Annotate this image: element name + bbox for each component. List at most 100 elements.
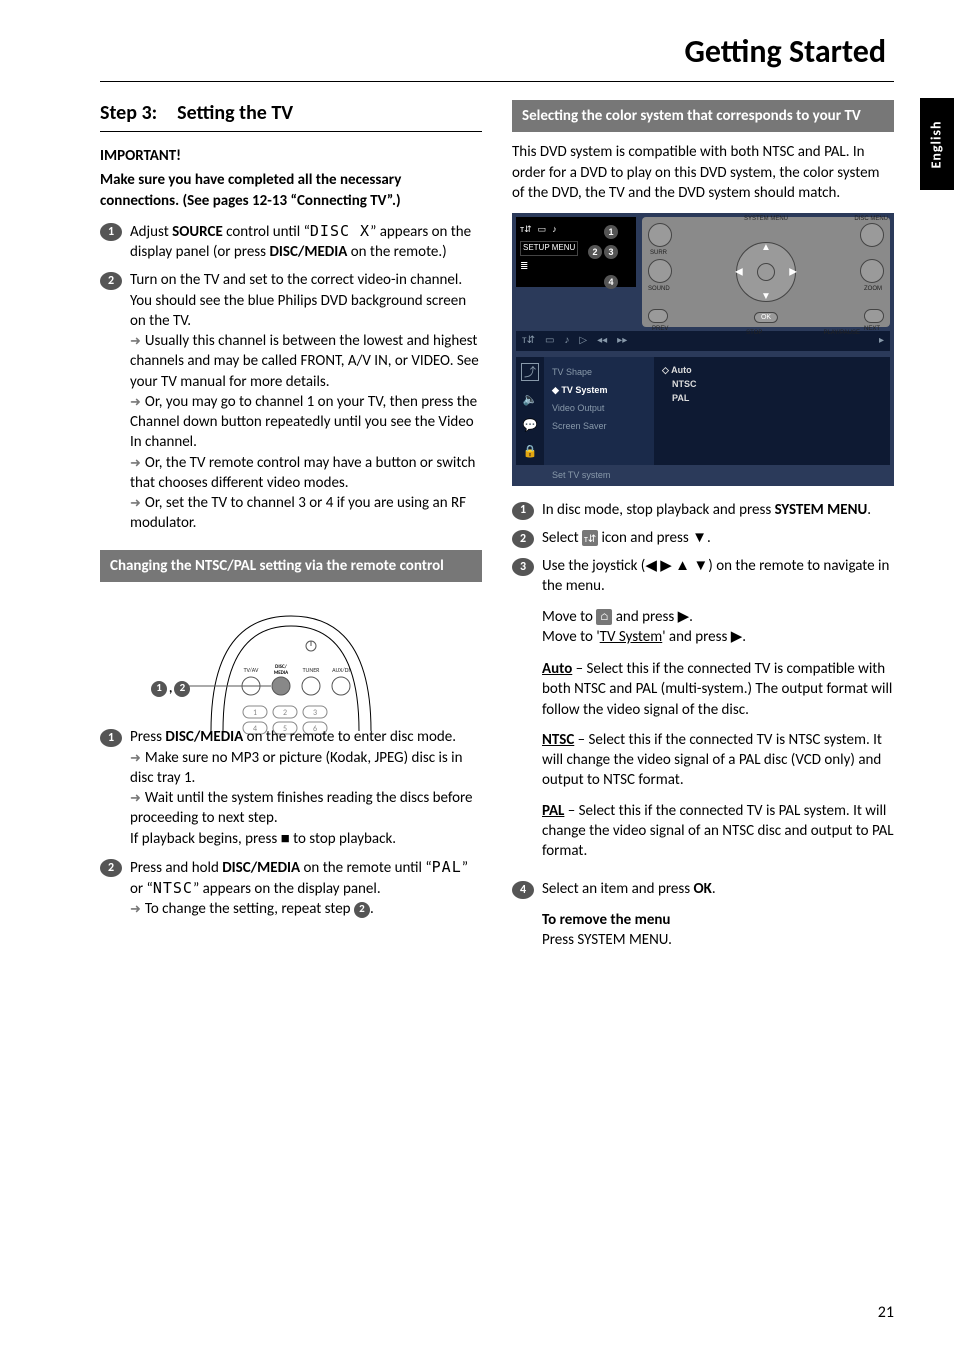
next-label: NEXT (864, 325, 880, 333)
sound-label: SOUND (648, 285, 670, 293)
text: . (712, 880, 716, 898)
list-item: 2 Turn on the TV and set to the correct … (100, 270, 482, 533)
step-badge-1: 1 (100, 729, 122, 747)
osd-menu: ⤴ 🔈 💬 🔒 TV Shape ◆ TV System Video Outpu… (516, 357, 890, 466)
step-badge-2: 2 (100, 859, 122, 877)
dpad-icon: ▲ ▼ ◀ ▶ (736, 242, 796, 302)
surr-label: SURR (650, 249, 667, 257)
callout-badge-2: 2 (354, 902, 370, 918)
pal-label: PAL (432, 858, 462, 876)
ok-button: OK (754, 312, 778, 323)
text: Move to ' (542, 628, 600, 646)
list-icon: ≣ (520, 260, 632, 274)
important-text: Make sure you have completed all the nec… (100, 170, 482, 211)
chevron-right-icon: ▸ (879, 334, 884, 348)
list-item: 2 Press and hold DISC/MEDIA on the remot… (100, 857, 482, 920)
prev-button (648, 309, 668, 323)
tuner-label: TUNER (303, 666, 321, 674)
person-icon: ⤴ (521, 363, 539, 381)
lock-icon: 🔒 (523, 443, 538, 459)
text: control until “ (223, 223, 310, 241)
text: Press (130, 728, 165, 746)
section-bar-color-system: Selecting the color system that correspo… (512, 100, 894, 132)
zoom-button (860, 259, 884, 283)
stop-icon: ■ (281, 830, 290, 848)
text: – Select this if the connected TV is com… (542, 660, 892, 719)
language-tab-label: English (928, 120, 947, 168)
step-badge-2: 2 (512, 530, 534, 548)
tvav-label: TV/AV (244, 666, 259, 674)
tv-system-label: TV System (600, 628, 663, 646)
ok-label: OK (693, 880, 711, 898)
text: Use the joystick (◀ ▶ ▲ ▼) on the remote… (542, 556, 894, 597)
osd-controller: 2 3 , 1 4 ▲ ▼ ◀ ▶ (642, 217, 890, 327)
option-auto: Auto (671, 365, 692, 375)
language-tab: English (920, 98, 954, 190)
aux-label: AUX/DI (332, 666, 350, 674)
sub-text: Or, the TV remote control may have a but… (130, 453, 482, 494)
text: Press and hold (130, 859, 222, 877)
sub-text: Or, set the TV to channel 3 or 4 if you … (130, 493, 482, 534)
sound-icon: ♪ (564, 334, 569, 348)
forward-icon: ▸▸ (617, 334, 627, 348)
zoom-label: ZOOM (864, 285, 882, 293)
stop-label: STOP (746, 329, 762, 337)
remote-svg: TV/AV DISC/ MEDIA TUNER AUX/DI 1 2 3 4 5 (181, 596, 401, 736)
option-pal: PAL (662, 391, 882, 405)
text: . (370, 900, 374, 918)
osd-menu-list: TV Shape ◆ TV System Video Output Screen… (544, 357, 654, 466)
menu-item-selected: ◆ TV System (544, 381, 654, 399)
ntsc-heading: NTSC (542, 731, 574, 749)
page-title: Getting Started (100, 30, 894, 73)
person-icon: ᴛ⇵ (522, 334, 535, 348)
text: ' and press ▶. (662, 628, 746, 646)
text: to stop playback. (293, 830, 396, 848)
step-heading: Step 3: Setting the TV (100, 100, 482, 132)
menu-item: Screen Saver (544, 417, 654, 435)
person-icon: ᴛ⇵ (520, 223, 532, 235)
pal-heading: PAL (542, 802, 564, 820)
setup-menu-label: SETUP MENU (520, 241, 578, 256)
step-badge-1: 1 (100, 223, 122, 241)
remove-menu-heading: To remove the menu (542, 910, 894, 930)
sound-icon: ♪ (552, 223, 557, 235)
list-item: 1 Adjust SOURCE control until “DISC X” a… (100, 221, 482, 263)
option-ntsc: NTSC (662, 377, 882, 391)
text: Move to (542, 608, 596, 626)
auto-heading: Auto (542, 660, 572, 678)
important-label: IMPORTANT! (100, 146, 482, 166)
osd-figure: ᴛ⇵ ▭ ♪ SETUP MENU ≣ 2 3 , 1 4 (512, 213, 894, 485)
sub-text: Or, you may go to channel 1 on your TV, … (130, 392, 482, 453)
osd-display-panel: ᴛ⇵ ▭ ♪ SETUP MENU ≣ (516, 217, 636, 287)
step-badge-1: 1 (512, 502, 534, 520)
page-number: 21 (878, 1302, 894, 1324)
play-icon: ▷ (579, 334, 587, 348)
screen-icon: ▭ (545, 334, 554, 348)
text: . (867, 501, 871, 519)
ntsc-label: NTSC (153, 879, 193, 897)
osd-icon-column: ⤴ 🔈 💬 🔒 (516, 357, 544, 466)
next-button (864, 309, 884, 323)
intro-text: This DVD system is compatible with both … (512, 142, 894, 203)
text: Select an item and press (542, 880, 693, 898)
discmedia-label: DISC/MEDIA (165, 728, 243, 746)
text: – Select this if the connected TV is NTS… (542, 731, 882, 790)
list-item: 1 Press DISC/MEDIA on the remote to ente… (100, 727, 482, 849)
text: ” appears on the display panel. (193, 880, 381, 898)
text: Select (542, 529, 582, 547)
text: Turn on the TV and set to the correct vi… (130, 270, 482, 331)
screen-icon: ▭ (538, 223, 547, 235)
list-item: 4 Select an item and press OK. (512, 879, 894, 899)
text: on the remote until “ (300, 859, 432, 877)
play-label: PLAY/PAUSE (824, 329, 860, 337)
text: In disc mode, stop playback and press (542, 501, 775, 519)
text: on the remote.) (347, 243, 446, 261)
discmedia-label: DISC/MEDIA (269, 243, 347, 261)
callout-badge-1: 1 (151, 681, 167, 697)
chat-icon: 💬 (523, 417, 538, 433)
osd-options: ◇ Auto NTSC PAL (654, 357, 890, 466)
menu-item: TV Shape (544, 363, 654, 381)
disc-menu-button (860, 223, 884, 247)
disc-x-label: DISC X (310, 222, 370, 240)
sub-text: Make sure no MP3 or picture (Kodak, JPEG… (130, 748, 482, 789)
